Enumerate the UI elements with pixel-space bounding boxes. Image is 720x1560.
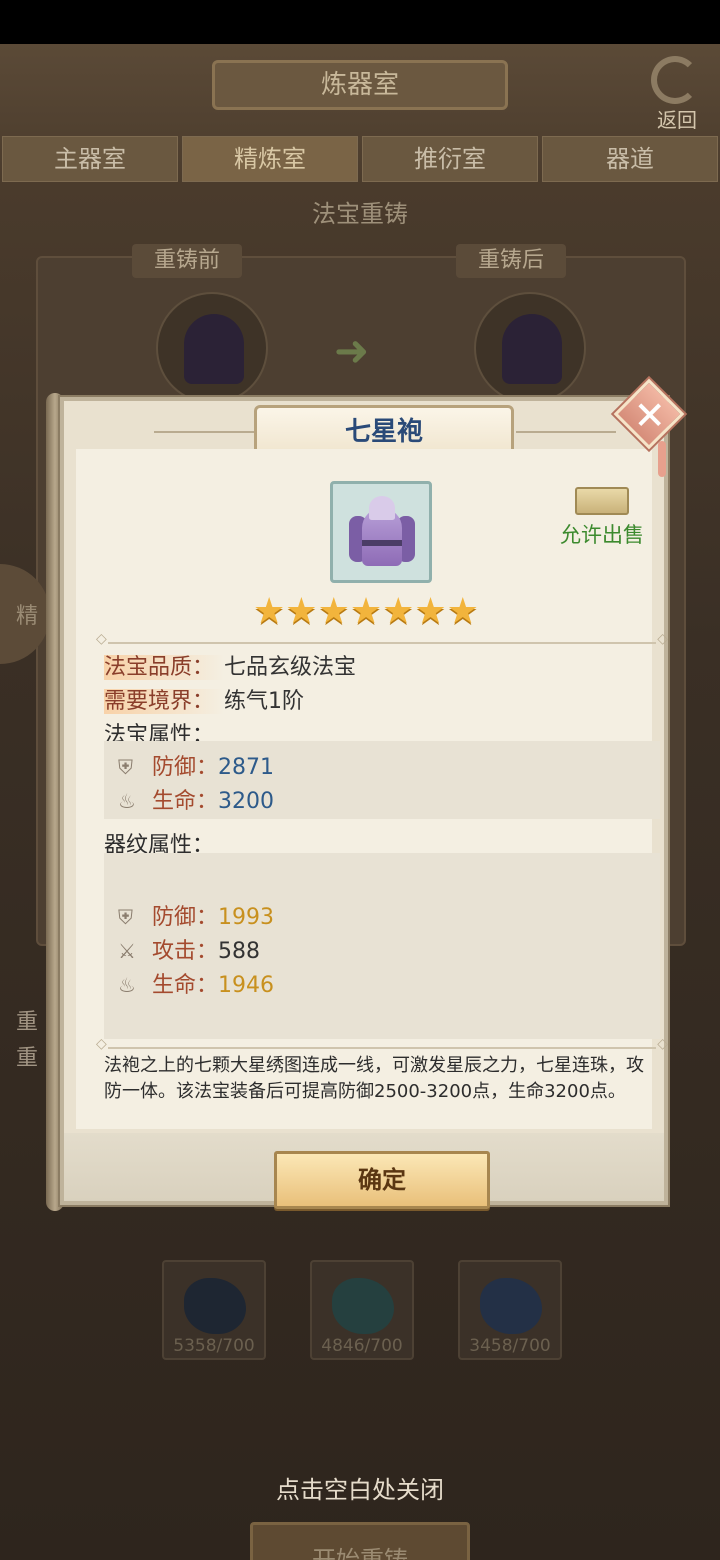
title-ornament [154,431,254,433]
material-slot[interactable]: 4846/700 [310,1260,414,1360]
item-icon [330,481,432,583]
life-icon: ♨ [118,973,136,997]
robe-icon [184,314,244,384]
pattern-value: 1946 [218,973,275,998]
ore-icon [184,1278,246,1334]
sale-permission: 允许出售 [552,487,652,549]
close-hint[interactable]: 点击空白处关闭 [0,1470,720,1505]
before-label: 重铸前 [132,244,242,278]
realm-key: 需要境界： [104,689,225,714]
material-slot[interactable]: 5358/700 [162,1260,266,1360]
sword-icon: ⚔ [118,939,136,963]
shield-icon: ⛨ [118,755,133,779]
bg-text-1: 重 [16,1010,39,1035]
seal-icon [575,487,629,515]
robe-collar [369,496,395,520]
divider [96,1036,668,1052]
realm-row: 需要境界： 练气1阶 [104,683,304,715]
after-label: 重铸后 [456,244,566,278]
attr-defense: ⛨ 防御：2871 [118,749,274,781]
status-bar [0,0,720,44]
ore-icon [332,1278,394,1334]
robe-icon [502,314,562,384]
pattern-life: ♨ 生命：1946 [118,967,274,999]
modal-frame: 七星袍 允许出售 ★★★★★★★ 法宝品质：七品玄级法宝 需要境界：练气1阶 法… [60,397,668,1209]
pattern-key: 生命： [152,973,219,998]
start-recast-button[interactable]: 开始重铸 [250,1522,470,1560]
back-arrow-icon [651,56,699,104]
life-icon: ♨ [118,789,136,813]
quality-value: 七品玄级法宝 [224,655,357,680]
tab-dao[interactable]: 器道 [542,136,718,182]
item-detail-modal: 七星袍 允许出售 ★★★★★★★ 法宝品质：七品玄级法宝 需要境界：练气1阶 法… [46,378,685,1215]
material-count: 3458/700 [469,1336,551,1356]
pattern-value: 1993 [218,905,275,930]
confirm-button[interactable]: 确定 [274,1151,490,1209]
item-description: 法袍之上的七颗大星绣图连成一线，可激发星辰之力，七星连珠，攻防一体。该法宝装备后… [104,1055,644,1102]
tassel-ornament [658,441,666,477]
back-label: 返回 [657,108,697,132]
attr-value: 2871 [218,755,275,780]
attr-box: ⛨ 防御：2871 ♨ 生命：3200 [104,741,660,819]
purple-robe-icon [349,496,415,568]
material-count: 5358/700 [173,1336,255,1356]
pattern-key: 攻击： [152,939,219,964]
back-button[interactable]: 返回 [645,56,705,132]
pattern-value: 588 [218,939,261,964]
bg-text-2: 重 [16,1046,39,1071]
tab-refine[interactable]: 精炼室 [182,136,358,182]
tab-deduce[interactable]: 推衍室 [362,136,538,182]
star-rating: ★★★★★★★ [253,591,479,632]
sale-label: 允许出售 [560,523,644,547]
title-ornament [516,431,616,433]
material-slot[interactable]: 3458/700 [458,1260,562,1360]
attr-key: 生命： [152,789,219,814]
arrow-right-icon: ➜ [334,326,370,375]
material-count: 4846/700 [321,1336,403,1356]
pattern-box: ⛨ 防御：1993 ⚔ 攻击：588 ♨ 生命：1946 [104,853,660,1039]
attr-key: 防御： [152,755,219,780]
quality-row: 法宝品质： 七品玄级法宝 [104,649,356,681]
shield-icon: ⛨ [118,905,133,929]
divider [96,631,668,647]
realm-value: 练气1阶 [224,689,305,714]
attr-life: ♨ 生命：3200 [118,783,274,815]
pattern-attack: ⚔ 攻击：588 [118,933,260,965]
robe-belt [362,540,402,546]
attr-value: 3200 [218,789,275,814]
section-title: 法宝重铸 [312,200,408,228]
tab-main[interactable]: 主器室 [2,136,178,182]
screen-title: 炼器室 [212,60,508,110]
pattern-key: 防御： [152,905,219,930]
ore-icon [480,1278,542,1334]
pattern-defense: ⛨ 防御：1993 [118,899,274,931]
quality-key: 法宝品质： [104,655,225,680]
tab-bar: 主器室 精炼室 推衍室 器道 [0,136,720,182]
